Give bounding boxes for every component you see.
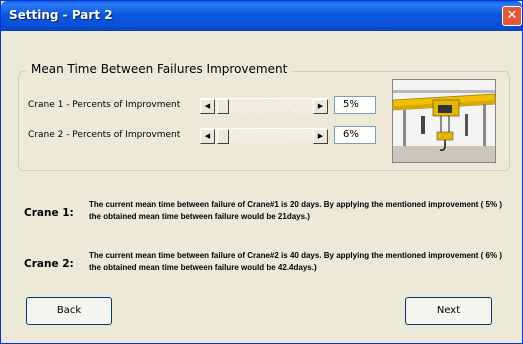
groupbox-title: Mean Time Between Failures Improvement	[26, 62, 293, 76]
crane-1-scroll-left-button[interactable]: ◀	[200, 99, 215, 114]
crane-1-scroll-thumb[interactable]	[217, 99, 229, 114]
crane-1-result-title: Crane 1:	[24, 207, 74, 219]
crane-2-scroll-right-button[interactable]: ▶	[313, 129, 328, 144]
crane-2-label: Crane 2 - Percents of Improvment	[28, 130, 181, 140]
crane-1-scroll-right-button[interactable]: ▶	[313, 99, 328, 114]
crane-1-label: Crane 1 - Percents of Improvment	[28, 100, 181, 110]
crane-2-scroll-left-button[interactable]: ◀	[200, 129, 215, 144]
crane-2-result-title: Crane 2:	[24, 258, 74, 270]
title-bar[interactable]: Setting - Part 2 ✕	[1, 1, 522, 31]
crane-1-scrollbar[interactable]: ◀ ▶	[200, 98, 328, 114]
crane-2-scroll-thumb[interactable]	[217, 129, 229, 144]
back-button[interactable]: Back	[26, 297, 112, 325]
crane-1-value-field[interactable]: 5%	[334, 96, 376, 114]
crane-2-scrollbar[interactable]: ◀ ▶	[200, 128, 328, 144]
next-button[interactable]: Next	[405, 297, 492, 325]
overhead-crane-icon	[393, 80, 495, 162]
close-button[interactable]: ✕	[502, 6, 522, 26]
window-title: Setting - Part 2	[9, 8, 113, 22]
crane-1-result-text: The current mean time between failure of…	[89, 200, 502, 221]
crane-photo	[392, 79, 496, 163]
crane-2-result-text: The current mean time between failure of…	[89, 251, 502, 272]
settings-window: Setting - Part 2 ✕ Mean Time Between Fai…	[0, 0, 523, 344]
crane-2-value-field[interactable]: 6%	[334, 126, 376, 144]
